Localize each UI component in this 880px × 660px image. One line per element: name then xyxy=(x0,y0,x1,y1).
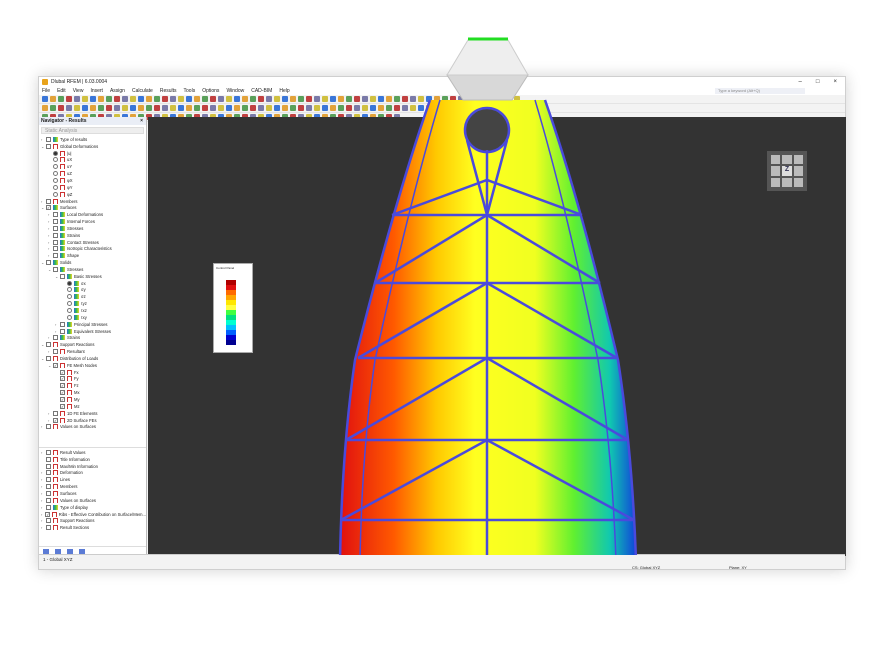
top-opening xyxy=(463,106,511,154)
control-panel-legend[interactable]: Control Panel xyxy=(213,263,253,353)
legend-color-scale xyxy=(216,280,250,345)
silo-model xyxy=(338,37,638,555)
hopper xyxy=(446,74,529,101)
legend-swatch xyxy=(226,340,236,345)
legend-title: Control Panel xyxy=(216,266,235,270)
